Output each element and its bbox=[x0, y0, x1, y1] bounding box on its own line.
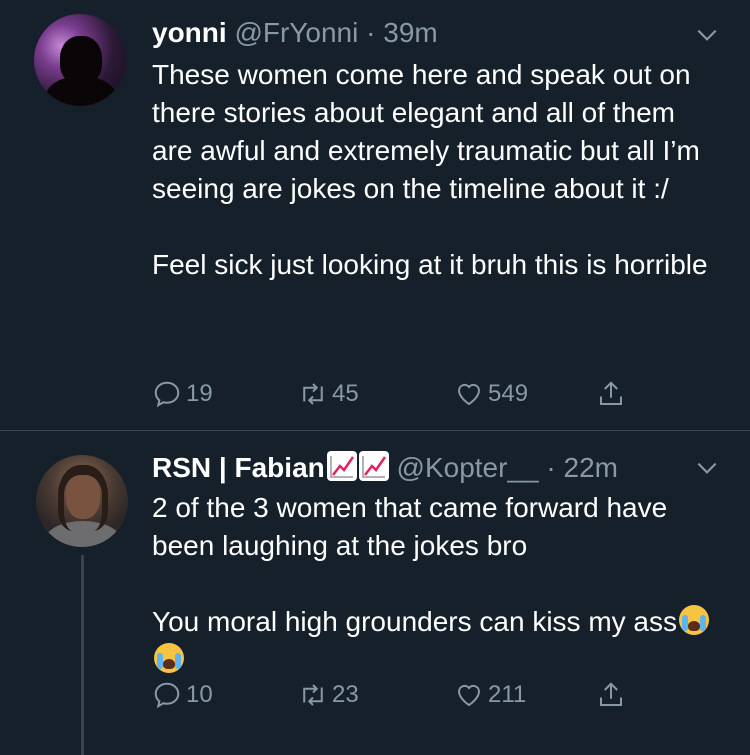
reply-button[interactable]: 19 bbox=[152, 376, 213, 412]
tweet-header: yonni @FrYonni · 39m bbox=[152, 17, 438, 49]
share-icon bbox=[600, 381, 622, 405]
share-icon bbox=[600, 682, 622, 706]
display-name[interactable]: yonni bbox=[152, 17, 227, 48]
chart-increasing-icon bbox=[358, 451, 389, 481]
retweet-count: 23 bbox=[332, 681, 359, 708]
heart-icon bbox=[457, 684, 481, 707]
reply-icon bbox=[154, 381, 180, 408]
chevron-down-icon[interactable] bbox=[694, 455, 720, 481]
reply-count: 19 bbox=[186, 380, 213, 407]
tweet-paragraph: You moral high grounders can kiss my ass bbox=[152, 606, 677, 637]
display-name[interactable]: RSN | Fabian bbox=[152, 452, 325, 483]
retweet-count: 45 bbox=[332, 380, 359, 407]
thread-line bbox=[81, 555, 84, 755]
share-button[interactable] bbox=[596, 376, 630, 412]
user-handle[interactable]: @FrYonni bbox=[234, 17, 358, 48]
loudly-crying-face-icon bbox=[154, 643, 184, 673]
tweet[interactable]: yonni @FrYonni · 39m These women come he… bbox=[0, 0, 750, 431]
like-count: 549 bbox=[488, 380, 529, 407]
reply-count: 10 bbox=[186, 681, 213, 708]
heart-icon bbox=[457, 383, 481, 406]
retweet-icon bbox=[303, 684, 323, 706]
tweet-paragraph: Feel sick just looking at it bruh this i… bbox=[152, 249, 708, 280]
avatar[interactable] bbox=[36, 455, 128, 547]
timestamp[interactable]: · 22m bbox=[546, 452, 618, 483]
retweet-button[interactable]: 23 bbox=[298, 677, 359, 713]
avatar-face bbox=[66, 475, 100, 519]
tweet-paragraph: 2 of the 3 women that came forward have … bbox=[152, 492, 668, 561]
tweet-header: RSN | Fabian @Kopter__ · 22m bbox=[152, 451, 618, 484]
avatar-shoulders bbox=[46, 76, 116, 106]
reply-button[interactable]: 10 bbox=[152, 677, 213, 713]
avatar[interactable] bbox=[34, 14, 126, 106]
retweet-icon bbox=[303, 383, 323, 405]
like-button[interactable]: 211 bbox=[454, 677, 526, 713]
tweet-text: 2 of the 3 women that came forward have … bbox=[152, 489, 712, 679]
retweet-button[interactable]: 45 bbox=[298, 376, 359, 412]
share-button[interactable] bbox=[596, 677, 630, 713]
user-handle[interactable]: @Kopter__ bbox=[397, 452, 539, 483]
loudly-crying-face-icon bbox=[679, 605, 709, 635]
tweet[interactable]: RSN | Fabian @Kopter__ · 22m 2 of the 3 … bbox=[0, 431, 750, 755]
timestamp[interactable]: · 39m bbox=[366, 17, 438, 48]
like-count: 211 bbox=[488, 681, 527, 708]
chevron-down-icon[interactable] bbox=[694, 22, 720, 48]
reply-icon bbox=[154, 682, 180, 709]
tweet-actions: 19 45 549 bbox=[152, 376, 652, 412]
tweet-text: These women come here and speak out on t… bbox=[152, 56, 712, 284]
tweet-paragraph: These women come here and speak out on t… bbox=[152, 59, 700, 204]
chart-increasing-icon bbox=[326, 451, 357, 481]
like-button[interactable]: 549 bbox=[454, 376, 528, 412]
tweet-actions: 10 23 211 bbox=[152, 677, 652, 713]
